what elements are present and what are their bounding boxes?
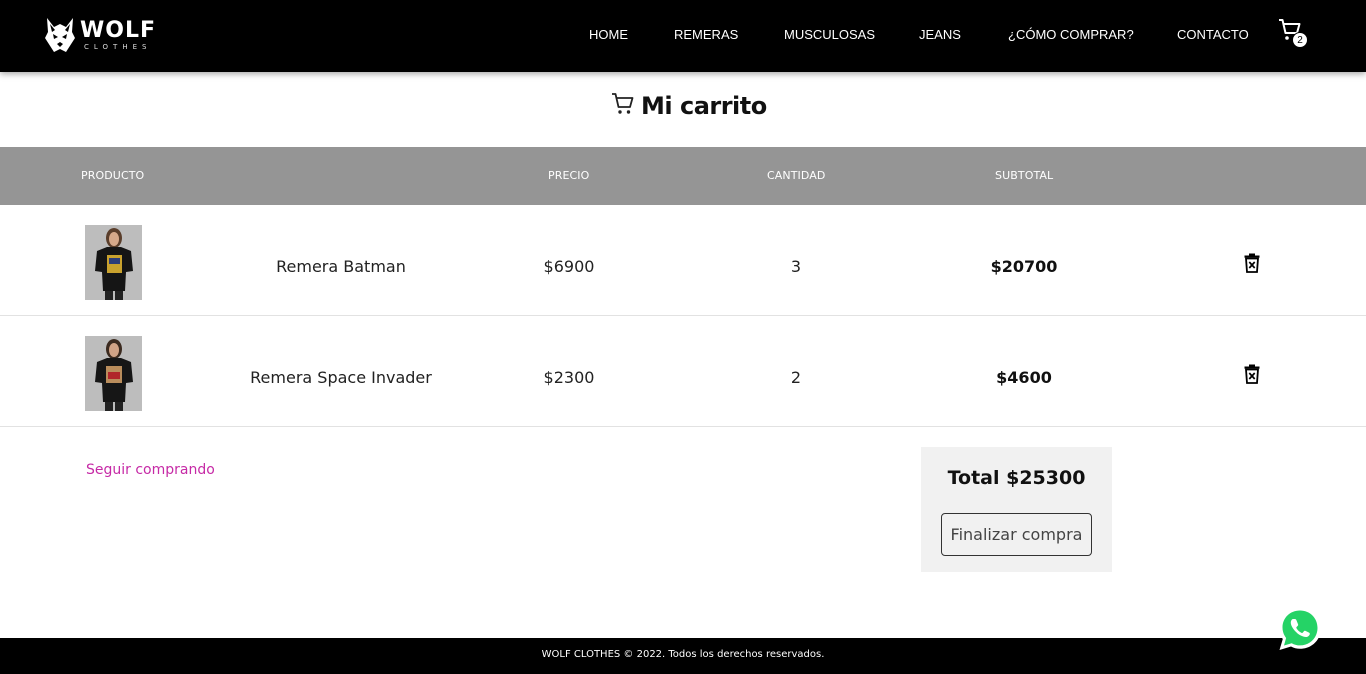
logo-text: WOLF CLOTHES bbox=[80, 17, 157, 51]
brand-tagline: CLOTHES bbox=[84, 42, 152, 51]
nav-como-comprar[interactable]: ¿CÓMO COMPRAR? bbox=[1008, 27, 1134, 42]
product-image bbox=[85, 336, 142, 411]
product-name: Remera Batman bbox=[276, 257, 406, 276]
product-quantity: 2 bbox=[790, 368, 802, 387]
logo[interactable]: WOLF CLOTHES bbox=[44, 16, 156, 54]
table-row: Remera Space Invader $2300 2 $4600 bbox=[0, 316, 1366, 427]
wolf-logo-icon bbox=[44, 16, 76, 54]
nav-remeras[interactable]: REMERAS bbox=[674, 27, 738, 42]
product-price: $6900 bbox=[543, 257, 595, 276]
trash-icon[interactable] bbox=[1243, 253, 1261, 273]
product-image bbox=[85, 225, 142, 300]
shopping-cart-icon bbox=[611, 92, 635, 120]
header-precio: PRECIO bbox=[548, 169, 590, 182]
continue-shopping-link[interactable]: Seguir comprando bbox=[86, 462, 215, 478]
nav-cart-button[interactable]: 2 bbox=[1278, 18, 1310, 50]
product-quantity: 3 bbox=[790, 257, 802, 276]
cart-count-badge: 2 bbox=[1292, 32, 1308, 48]
trash-icon[interactable] bbox=[1243, 364, 1261, 384]
whatsapp-icon[interactable] bbox=[1275, 604, 1325, 654]
cart-table-header: PRODUCTO PRECIO CANTIDAD SUBTOTAL bbox=[0, 147, 1366, 205]
total-box: Total $25300 Finalizar compra bbox=[921, 447, 1112, 572]
product-price: $2300 bbox=[543, 368, 595, 387]
navbar: WOLF CLOTHES HOME REMERAS MUSCULOSAS JEA… bbox=[0, 0, 1366, 72]
nav-musculosas[interactable]: MUSCULOSAS bbox=[784, 27, 875, 42]
nav-jeans[interactable]: JEANS bbox=[919, 27, 961, 42]
header-subtotal: SUBTOTAL bbox=[995, 169, 1054, 182]
header-cantidad: CANTIDAD bbox=[767, 169, 826, 182]
nav-home[interactable]: HOME bbox=[589, 27, 628, 42]
brand-name: WOLF bbox=[80, 17, 157, 43]
product-subtotal: $20700 bbox=[990, 257, 1058, 276]
product-name: Remera Space Invader bbox=[250, 368, 432, 387]
footer-copyright: WOLF CLOTHES © 2022. Todos los derechos … bbox=[541, 649, 825, 660]
checkout-button[interactable]: Finalizar compra bbox=[941, 513, 1092, 556]
table-row: Remera Batman $6900 3 $20700 bbox=[0, 205, 1366, 316]
page-title: Mi carrito bbox=[611, 92, 767, 120]
page-title-text: Mi carrito bbox=[641, 92, 767, 120]
product-subtotal: $4600 bbox=[996, 368, 1052, 387]
cart-total: Total $25300 bbox=[947, 467, 1086, 489]
header-producto: PRODUCTO bbox=[81, 169, 145, 182]
nav-contacto[interactable]: CONTACTO bbox=[1177, 27, 1249, 42]
footer: WOLF CLOTHES © 2022. Todos los derechos … bbox=[0, 638, 1366, 674]
